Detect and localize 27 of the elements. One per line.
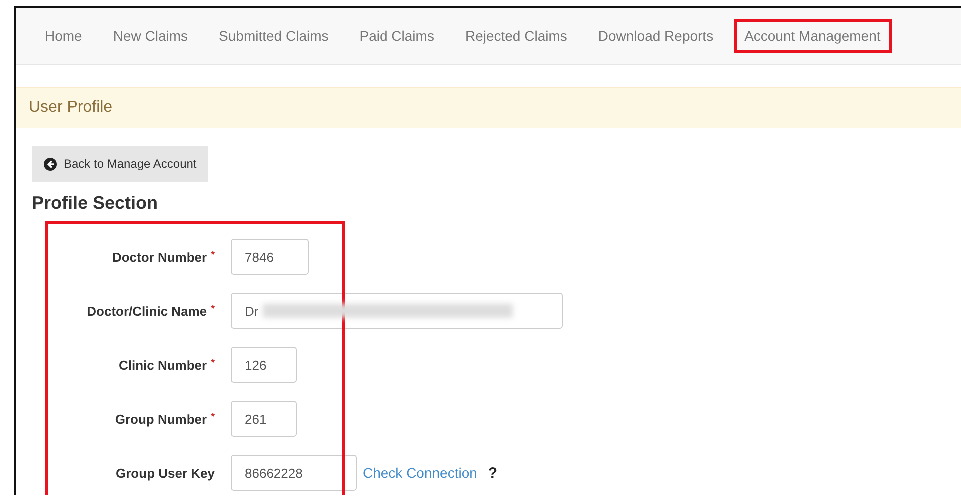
nav-link[interactable]: Account Management: [734, 19, 892, 53]
field-label: Clinic Number: [118, 358, 208, 372]
input-field[interactable]: 126: [231, 347, 297, 383]
required-mark: *: [211, 358, 215, 368]
field-label: Doctor Number: [112, 250, 208, 264]
required-mark: *: [211, 250, 215, 260]
nav-link[interactable]: Rejected Claims: [454, 19, 578, 53]
nav-link[interactable]: New Claims: [102, 19, 200, 53]
input-field[interactable]: Dr: [231, 293, 563, 329]
section-heading: Profile Section: [32, 193, 160, 214]
panel-title: User Profile: [29, 99, 113, 117]
field-label: Group Number: [115, 412, 208, 426]
required-mark: *: [211, 304, 215, 314]
field-label: Group User Key: [116, 466, 215, 480]
required-mark: *: [211, 412, 215, 422]
input-field[interactable]: 86662228: [231, 455, 357, 491]
input-field[interactable]: 261: [231, 401, 297, 437]
nav-link[interactable]: Submitted Claims: [208, 19, 340, 53]
nav-link[interactable]: Paid Claims: [348, 19, 446, 53]
help-icon[interactable]: ?: [488, 464, 498, 482]
field-label: Doctor/Clinic Name: [87, 304, 208, 318]
nav-link[interactable]: Home: [34, 19, 94, 53]
back-button[interactable]: Back to Manage Account: [32, 146, 208, 182]
input-field[interactable]: 7846: [231, 239, 309, 275]
check-connection-link[interactable]: Check Connection: [363, 465, 478, 481]
nav-link[interactable]: Download Reports: [587, 19, 725, 53]
back-arrow-icon: [44, 158, 57, 170]
